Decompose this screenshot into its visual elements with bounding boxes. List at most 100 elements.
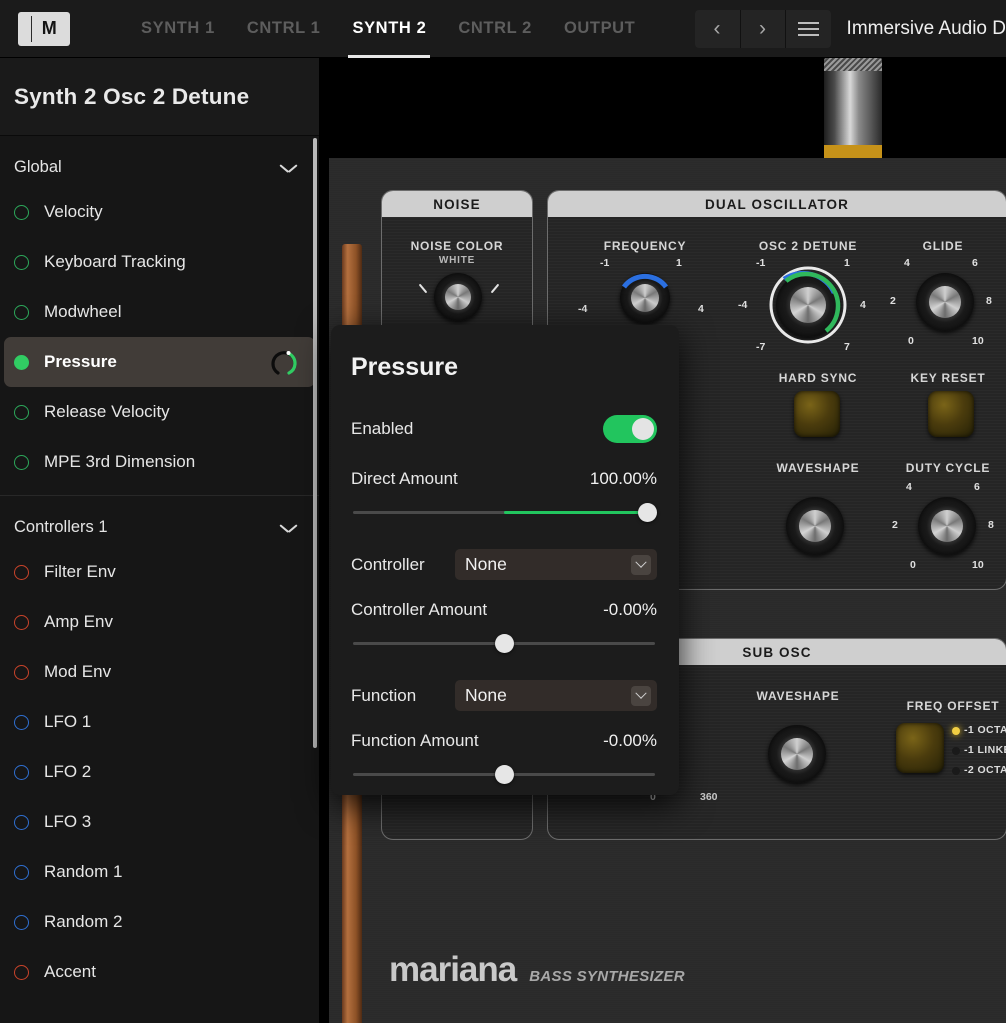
tab-output[interactable]: OUTPUT (548, 0, 651, 58)
sidebar-item-random-2[interactable]: Random 2 (4, 897, 315, 947)
tab-synth-1[interactable]: SYNTH 1 (125, 0, 231, 58)
sidebar-item-keyboard-tracking[interactable]: Keyboard Tracking (4, 237, 315, 287)
sidebar-item-mod-env[interactable]: Mod Env (4, 647, 315, 697)
tab-label: CNTRL 1 (246, 19, 321, 37)
function-amount-value: -0.00% (603, 731, 657, 750)
sidebar-section-global: Global Velocity Keyboard Tracking Modwhe… (0, 136, 319, 487)
tab-label: OUTPUT (563, 19, 636, 37)
freq-offset-button[interactable] (896, 723, 944, 773)
function-amount-label: Function Amount (351, 731, 479, 750)
sidebar-item-label: LFO 2 (44, 762, 92, 781)
duty-scale-2: 2 (892, 519, 898, 531)
enabled-toggle[interactable] (603, 415, 657, 443)
noise-color-label: NOISE COLOR (410, 239, 504, 253)
sidebar-item-filter-env[interactable]: Filter Env (4, 547, 315, 597)
chevron-left-icon[interactable]: ‹ (695, 10, 740, 48)
sidebar-item-pressure[interactable]: Pressure (4, 337, 315, 387)
tab-cntrl-2[interactable]: CNTRL 2 (442, 0, 548, 58)
hamburger-line (797, 21, 819, 24)
sidebar-item-mpe-3rd-dimension[interactable]: MPE 3rd Dimension (4, 437, 315, 487)
sidebar-item-accent[interactable]: Accent (4, 947, 315, 997)
osc2-detune-arc (769, 266, 847, 344)
tab-bar: SYNTH 1 CNTRL 1 SYNTH 2 CNTRL 2 OUTPUT (125, 0, 651, 58)
chevron-down-icon[interactable] (631, 554, 651, 575)
function-select[interactable]: None (455, 680, 657, 711)
hamburger-menu-icon[interactable] (784, 9, 831, 48)
sidebar-item-label: Pressure (44, 352, 117, 371)
function-amount-slider[interactable] (351, 763, 657, 785)
sidebar-item-label: LFO 1 (44, 712, 92, 731)
osc2-scale-1: 1 (844, 257, 850, 269)
sidebar-item-label: Velocity (44, 202, 103, 221)
chevron-right-icon[interactable]: › (739, 9, 785, 48)
sidebar-item-modwheel[interactable]: Modwheel (4, 287, 315, 337)
waveshape-knob[interactable] (786, 497, 844, 555)
app-logo[interactable]: M (18, 11, 70, 46)
sidebar-item-velocity[interactable]: Velocity (4, 187, 315, 237)
microphone-grill (824, 58, 882, 71)
microphone-image (824, 58, 882, 158)
duty-scale-8: 8 (988, 519, 994, 531)
status-dot (14, 304, 29, 320)
slider-thumb[interactable] (638, 503, 657, 522)
freq-offset-option-2[interactable]: -2 OCTAVE (964, 764, 1006, 776)
duty-scale-6: 6 (974, 481, 980, 493)
section-header-controllers-1[interactable]: Controllers 1 (0, 502, 319, 547)
preset-name[interactable]: Immersive Audio D (847, 18, 1006, 40)
module-header: NOISE (382, 191, 532, 217)
chevron-down-icon[interactable] (631, 685, 651, 706)
status-dot (14, 404, 29, 420)
knob-tick (418, 283, 428, 294)
sub-waveshape-knob[interactable] (768, 725, 826, 783)
sidebar-item-lfo-3[interactable]: LFO 3 (4, 797, 315, 847)
direct-amount-value: 100.00% (589, 469, 657, 488)
direct-amount-slider[interactable] (351, 501, 657, 523)
duty-cycle-knob[interactable] (918, 497, 976, 555)
controller-amount-label: Controller Amount (351, 600, 488, 619)
chevron-down-icon[interactable] (280, 163, 297, 173)
controller-select[interactable]: None (455, 549, 657, 580)
status-dot (14, 254, 29, 270)
function-select-value: None (465, 685, 507, 705)
logo-divider (31, 15, 32, 42)
osc2-scale-neg7: -7 (756, 341, 766, 353)
osc2-detune-label: OSC 2 DETUNE (758, 239, 858, 253)
brand-tagline: BASS SYNTHESIZER (529, 968, 685, 985)
slider-thumb[interactable] (495, 634, 514, 653)
section-header-global[interactable]: Global (0, 142, 319, 187)
frequency-arc (621, 273, 669, 289)
sidebar-item-lfo-2[interactable]: LFO 2 (4, 747, 315, 797)
freq-offset-led-1 (952, 747, 960, 755)
frequency-label: FREQUENCY (603, 239, 687, 253)
key-reset-button[interactable] (928, 391, 974, 437)
frequency-scale-min: -1 (600, 257, 610, 269)
sidebar-scrollbar[interactable] (313, 138, 317, 748)
sidebar-item-release-velocity[interactable]: Release Velocity (4, 387, 315, 437)
sidebar-item-random-1[interactable]: Random 1 (4, 847, 315, 897)
glide-scale-2: 2 (890, 295, 896, 307)
sidebar-item-lfo-1[interactable]: LFO 1 (4, 697, 315, 747)
hard-sync-button[interactable] (794, 391, 840, 437)
section-title: Controllers 1 (14, 518, 108, 536)
function-amount-row: Function Amount -0.00% (351, 731, 657, 751)
tab-cntrl-1[interactable]: CNTRL 1 (231, 0, 337, 58)
sidebar-item-label: LFO 3 (44, 812, 92, 831)
status-dot (14, 814, 29, 830)
freq-offset-option-0[interactable]: -1 OCTAVE (964, 724, 1006, 736)
module-title: NOISE (433, 196, 481, 212)
slider-thumb[interactable] (495, 765, 514, 784)
frequency-scale-high: 4 (698, 303, 704, 315)
chevron-down-icon[interactable] (280, 523, 297, 533)
noise-color-knob[interactable] (434, 273, 482, 321)
controller-amount-slider[interactable] (351, 632, 657, 654)
modulation-sidebar: Synth 2 Osc 2 Detune Global Velocity Key… (0, 58, 319, 1023)
tab-synth-2[interactable]: SYNTH 2 (336, 0, 442, 58)
status-dot (14, 614, 29, 630)
tab-label: SYNTH 1 (141, 19, 215, 37)
status-dot (14, 864, 29, 880)
freq-offset-option-1[interactable]: -1 LINKED (964, 744, 1006, 756)
glide-knob[interactable] (916, 273, 974, 331)
duty-scale-10: 10 (972, 559, 984, 571)
sidebar-item-amp-env[interactable]: Amp Env (4, 597, 315, 647)
